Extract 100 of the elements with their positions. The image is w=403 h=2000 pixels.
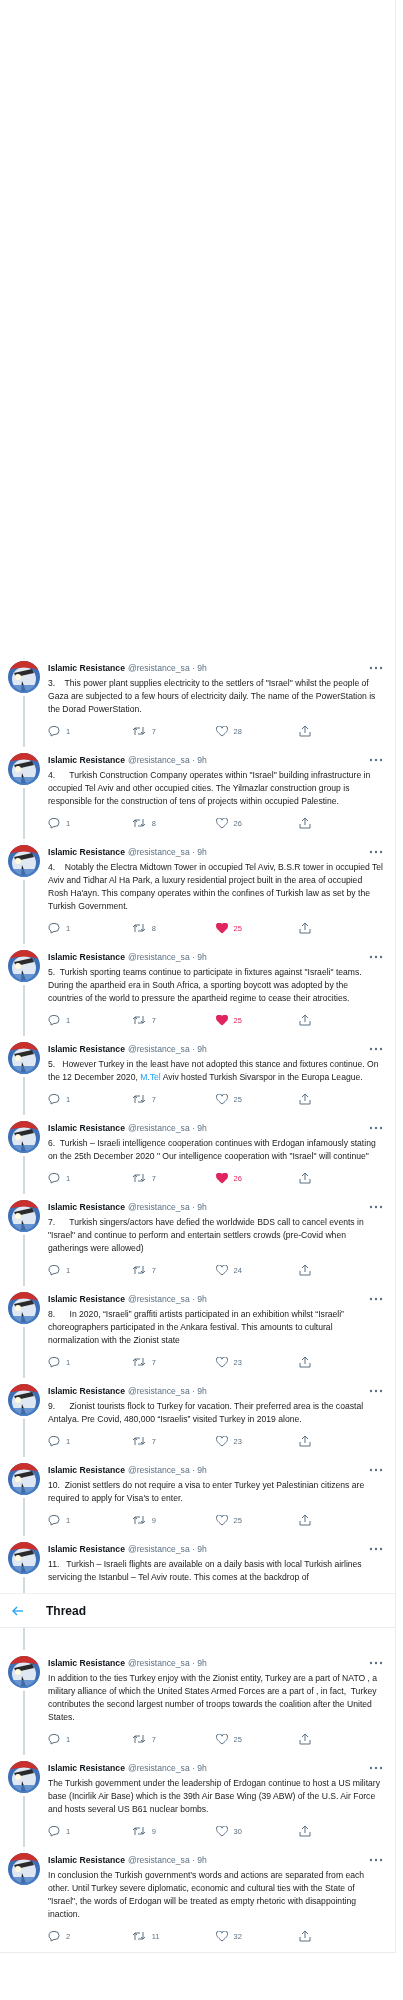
handle-and-time: @resistance_sa · 9h	[127, 1293, 207, 1304]
share-icon[interactable]	[299, 725, 312, 737]
author-name[interactable]: Islamic Resistance	[48, 846, 125, 857]
retweet-icon[interactable]	[131, 725, 146, 737]
heart-icon[interactable]	[215, 725, 228, 737]
reply-icon[interactable]	[48, 817, 60, 829]
author-name[interactable]: Islamic Resistance	[48, 662, 125, 673]
more-icon[interactable]	[369, 1857, 383, 1862]
author-name[interactable]: Islamic Resistance	[48, 1464, 125, 1475]
retweet-icon[interactable]	[131, 1093, 146, 1105]
heart-icon[interactable]	[215, 1930, 228, 1942]
author-name[interactable]: Islamic Resistance	[48, 951, 125, 962]
tweet-text: 5. However Turkey in the least have not adopted this stance and fixtures continue. On the 12 December 2020, M.Tel Aviv hosted Turkish Sivarspor in the Europa League.	[48, 1058, 380, 1084]
reply-icon[interactable]	[48, 922, 60, 934]
retweet-icon[interactable]	[131, 922, 146, 934]
handle-and-time: @resistance_sa · 9h	[127, 662, 207, 673]
share-icon[interactable]	[299, 1356, 312, 1368]
more-icon[interactable]	[369, 1125, 383, 1130]
retweet-icon[interactable]	[131, 1514, 146, 1526]
more-icon[interactable]	[369, 1046, 383, 1051]
more-icon[interactable]	[369, 1546, 383, 1551]
share-icon[interactable]	[299, 1435, 312, 1447]
retweet-icon[interactable]	[131, 817, 146, 829]
more-icon[interactable]	[369, 1204, 383, 1209]
retweet-icon[interactable]	[131, 1435, 146, 1447]
more-icon[interactable]	[369, 849, 383, 854]
tweet-text: In conclusion the Turkish government’s words and actions are separated from each other. Until Turkey severe diplomatic, economic and cultural ties with the State of "Israel", the words of Erdogan will be treated as empty rhetoric with disappointing inaction.	[48, 1869, 366, 1921]
more-icon[interactable]	[369, 1296, 383, 1301]
retweet-icon[interactable]	[131, 1825, 146, 1837]
author-name[interactable]: Islamic Resistance	[48, 1854, 125, 1865]
author-name[interactable]: Islamic Resistance	[48, 1043, 125, 1054]
author-name[interactable]: Islamic Resistance	[48, 1762, 125, 1773]
author-name[interactable]: Islamic Resistance	[48, 1657, 125, 1668]
handle-and-time: @resistance_sa · 9h	[127, 1385, 207, 1396]
share-icon[interactable]	[299, 922, 312, 934]
more-icon[interactable]	[369, 1660, 383, 1665]
share-icon[interactable]	[299, 1514, 312, 1526]
handle-and-time: @resistance_sa · 9h	[127, 951, 207, 962]
heart-icon[interactable]	[215, 817, 228, 829]
share-icon[interactable]	[299, 1825, 312, 1837]
tweet-text: 11. Turkish – Israeli flights are available on a daily basis with local Turkish airlines servicing the Istanbul – Tel Aviv route. This comes at the backdrop of	[48, 1558, 363, 1584]
heart-icon[interactable]	[215, 1264, 228, 1276]
reply-icon[interactable]	[48, 1930, 60, 1942]
tweet-text: 8. In 2020, “Israeli” graffiti artists participated in an exhibition whilst “Israeli” choreographers participated in the Ankara festival. This amounts to cultural normalization with the Zionist state	[48, 1308, 345, 1347]
reply-icon[interactable]	[48, 1514, 60, 1526]
share-icon[interactable]	[299, 1172, 312, 1184]
tweet-text: In addition to the ties Turkey enjoy with the Zionist entity, Turkey are a part of NATO , a military alliance of which the United States Armed Forces are a part of , in fact, Turkey contributes the second largest number of troops towards the coalition after the United States.	[48, 1672, 379, 1724]
heart-icon[interactable]	[215, 1825, 228, 1837]
heart-icon[interactable]	[215, 1733, 228, 1745]
reply-icon[interactable]	[48, 1014, 60, 1026]
heart-icon[interactable]	[215, 1435, 228, 1447]
author-name[interactable]: Islamic Resistance	[48, 754, 125, 765]
share-icon[interactable]	[299, 1733, 312, 1745]
heart-icon[interactable]	[215, 1514, 228, 1526]
handle-and-time: @resistance_sa · 9h	[127, 1464, 207, 1475]
heart-icon[interactable]	[215, 1356, 228, 1368]
more-icon[interactable]	[369, 1765, 383, 1770]
reply-icon[interactable]	[48, 1825, 60, 1837]
more-icon[interactable]	[369, 1388, 383, 1393]
author-name[interactable]: Islamic Resistance	[48, 1543, 125, 1554]
heart-icon[interactable]	[215, 1093, 228, 1105]
share-icon[interactable]	[299, 1014, 312, 1026]
tweet-text: 10. Zionist settlers do not require a visa to enter Turkey yet Palestinian citizens are required to apply for Visa's to enter.	[48, 1479, 366, 1505]
author-name[interactable]: Islamic Resistance	[48, 1201, 125, 1212]
share-icon[interactable]	[299, 1264, 312, 1276]
heart-icon[interactable]	[215, 922, 228, 934]
tweet-text: 9. Zionist tourists flock to Turkey for vacation. Their preferred area is the coastal Antalya. Pre Covid, 480,000 “Israelis” visited Turkey in 2019 alone.	[48, 1400, 365, 1426]
reply-icon[interactable]	[48, 725, 60, 737]
retweet-icon[interactable]	[131, 1930, 146, 1942]
reply-icon[interactable]	[48, 1356, 60, 1368]
reply-icon[interactable]	[48, 1264, 60, 1276]
reply-icon[interactable]	[48, 1172, 60, 1184]
more-icon[interactable]	[369, 665, 383, 670]
more-icon[interactable]	[369, 757, 383, 762]
author-name[interactable]: Islamic Resistance	[48, 1293, 125, 1304]
share-icon[interactable]	[299, 817, 312, 829]
tweet-text: 6. Turkish – Israeli intelligence cooperation continues with Erdogan infamously stating on the 25th December 2020 " Our intelligence cooperation with "Israel" will continue"	[48, 1137, 377, 1163]
back-arrow-icon[interactable]	[12, 1605, 24, 1616]
author-name[interactable]: Islamic Resistance	[48, 1385, 125, 1396]
handle-and-time: @resistance_sa · 9h	[127, 1657, 207, 1668]
share-icon[interactable]	[299, 1093, 312, 1105]
more-icon[interactable]	[369, 1467, 383, 1472]
heart-icon[interactable]	[215, 1014, 228, 1026]
handle-and-time: @resistance_sa · 9h	[127, 1201, 207, 1212]
heart-icon[interactable]	[215, 1172, 228, 1184]
share-icon[interactable]	[299, 1930, 312, 1942]
retweet-icon[interactable]	[131, 1172, 146, 1184]
tweet-text: The Turkish government under the leadership of Erdogan continue to host a US military base (Incirlik Air Base) which is the 39th Air Base Wing (39 ABW) of the U.S. Air Force and hosts several US B61 nuclear bombs.	[48, 1777, 381, 1816]
retweet-icon[interactable]	[131, 1356, 146, 1368]
handle-and-time: @resistance_sa · 9h	[127, 1854, 207, 1865]
author-name[interactable]: Islamic Resistance	[48, 1122, 125, 1133]
tweet-text: 4. Notably the Electra Midtown Tower in occupied Tel Aviv, B.S.R tower in occupied Tel Aviv and Tidhar Al Ha Park, a luxury residential project built in the area of occupied Rosh Ha'ayn. This company operates within the confines of Turkish law as set by the Turkish Government.	[48, 861, 383, 913]
retweet-icon[interactable]	[131, 1733, 146, 1745]
more-icon[interactable]	[369, 954, 383, 959]
reply-icon[interactable]	[48, 1733, 60, 1745]
reply-icon[interactable]	[48, 1435, 60, 1447]
retweet-icon[interactable]	[131, 1014, 146, 1026]
handle-and-time: @resistance_sa · 9h	[127, 1043, 207, 1054]
retweet-icon[interactable]	[131, 1264, 146, 1276]
reply-icon[interactable]	[48, 1093, 60, 1105]
